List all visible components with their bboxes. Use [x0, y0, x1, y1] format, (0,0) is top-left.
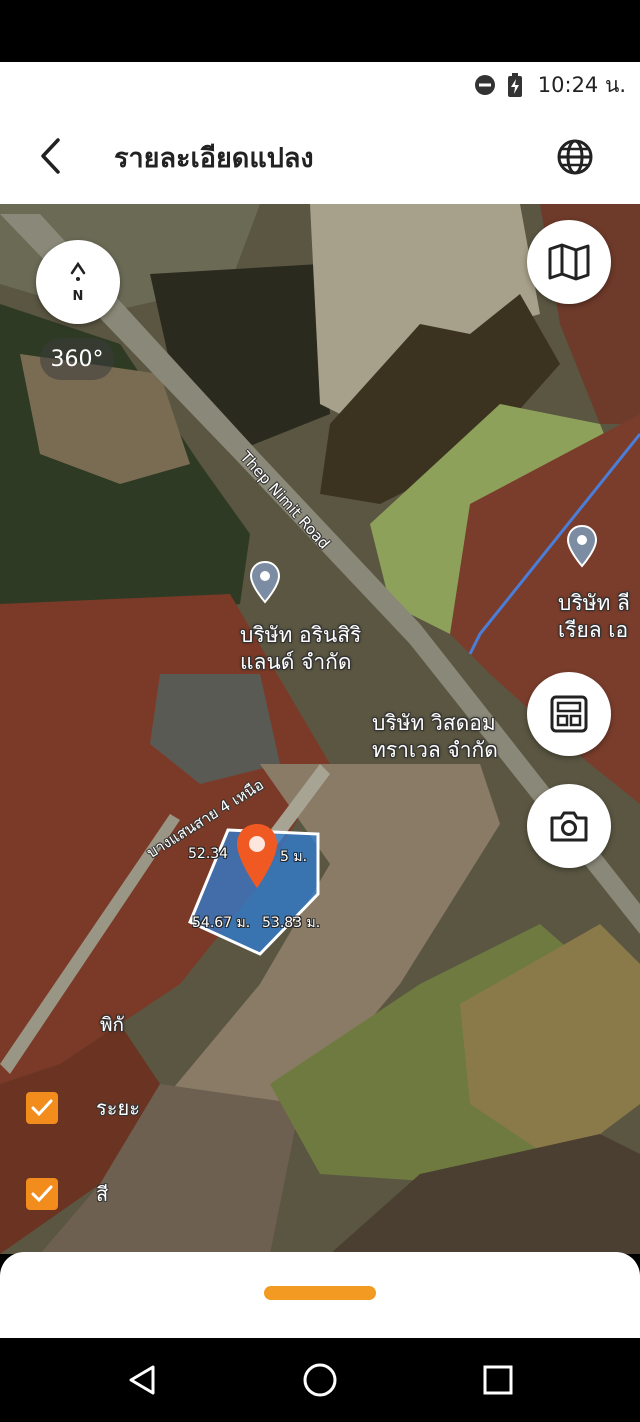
color-checkbox[interactable] [26, 1178, 58, 1210]
back-button[interactable] [28, 132, 72, 180]
poi-label-line: ทราเวล จำกัด [372, 738, 498, 762]
parcel-pin-icon[interactable] [234, 822, 280, 890]
poi-label-line: บริษัท อรินสิริ [240, 623, 362, 647]
compass-label: N [72, 288, 84, 304]
poi-label-arinsiri[interactable]: บริษัท อรินสิริ แลนด์ จำกัด [240, 622, 361, 676]
app-header: รายละเอียดแปลง [0, 108, 640, 204]
sheet-drag-handle[interactable] [264, 1286, 376, 1300]
toggle-color[interactable]: สี [26, 1178, 108, 1210]
color-label: สี [96, 1182, 109, 1206]
rotation-indicator[interactable]: 360° [40, 338, 114, 380]
poi-label-wisdom[interactable]: บริษัท วิสดอม ทราเวล จำกัด [372, 710, 498, 764]
map-layer-button[interactable] [527, 220, 611, 304]
calculator-button[interactable] [527, 672, 611, 756]
poi-label-line: บริษัท วิสดอม [372, 711, 496, 735]
nav-home-icon [303, 1363, 337, 1397]
distance-label: ระยะ [96, 1096, 140, 1120]
top-black-strip [0, 0, 640, 62]
dimension-label-bottom-right: 53.83 ม. [262, 915, 321, 931]
nav-back-icon [129, 1365, 155, 1395]
poi-label-partial[interactable]: บริษัท ลี เรียล เอ [558, 590, 630, 644]
satellite-map[interactable]: N 360° Thep Nimit Road บางแสนสาย 4 เหนือ… [0, 204, 640, 1254]
poi-label-line: บริษัท ลี [558, 591, 630, 615]
check-icon [31, 1099, 53, 1117]
language-button[interactable] [552, 134, 598, 180]
nav-recents-button[interactable] [478, 1360, 518, 1400]
poi-label-line: แลนด์ จำกัด [240, 650, 352, 674]
nav-home-button[interactable] [300, 1360, 340, 1400]
poi-label-line: เรียล เอ [558, 618, 629, 642]
do-not-disturb-icon [474, 74, 496, 96]
compass-icon [70, 261, 86, 281]
camera-button[interactable] [527, 784, 611, 868]
partial-label: พิกั [100, 1014, 125, 1036]
status-time: 10:24 น. [537, 72, 626, 97]
status-bar: 10:24 น. [0, 62, 640, 108]
globe-icon [557, 139, 593, 175]
camera-icon [550, 811, 588, 842]
battery-charging-icon [504, 73, 526, 97]
back-arrow-icon [41, 138, 60, 174]
calculator-icon [550, 695, 588, 733]
compass-button[interactable]: N [36, 240, 120, 324]
nav-recents-icon [483, 1365, 513, 1395]
map-icon [548, 243, 590, 281]
location-pin-icon[interactable] [248, 560, 282, 604]
toggle-distance[interactable]: ระยะ [26, 1092, 140, 1124]
page-title: รายละเอียดแปลง [114, 143, 314, 174]
dimension-label-top-left: 52.34 [188, 846, 229, 862]
system-nav-bar [0, 1338, 640, 1422]
bottom-sheet [0, 1252, 640, 1338]
distance-checkbox[interactable] [26, 1092, 58, 1124]
dimension-label-top-right: 5 ม. [280, 849, 308, 865]
dimension-label-bottom-left: 54.67 ม. [192, 915, 251, 931]
location-pin-icon[interactable] [565, 524, 599, 568]
nav-back-button[interactable] [122, 1360, 162, 1400]
check-icon [31, 1185, 53, 1203]
